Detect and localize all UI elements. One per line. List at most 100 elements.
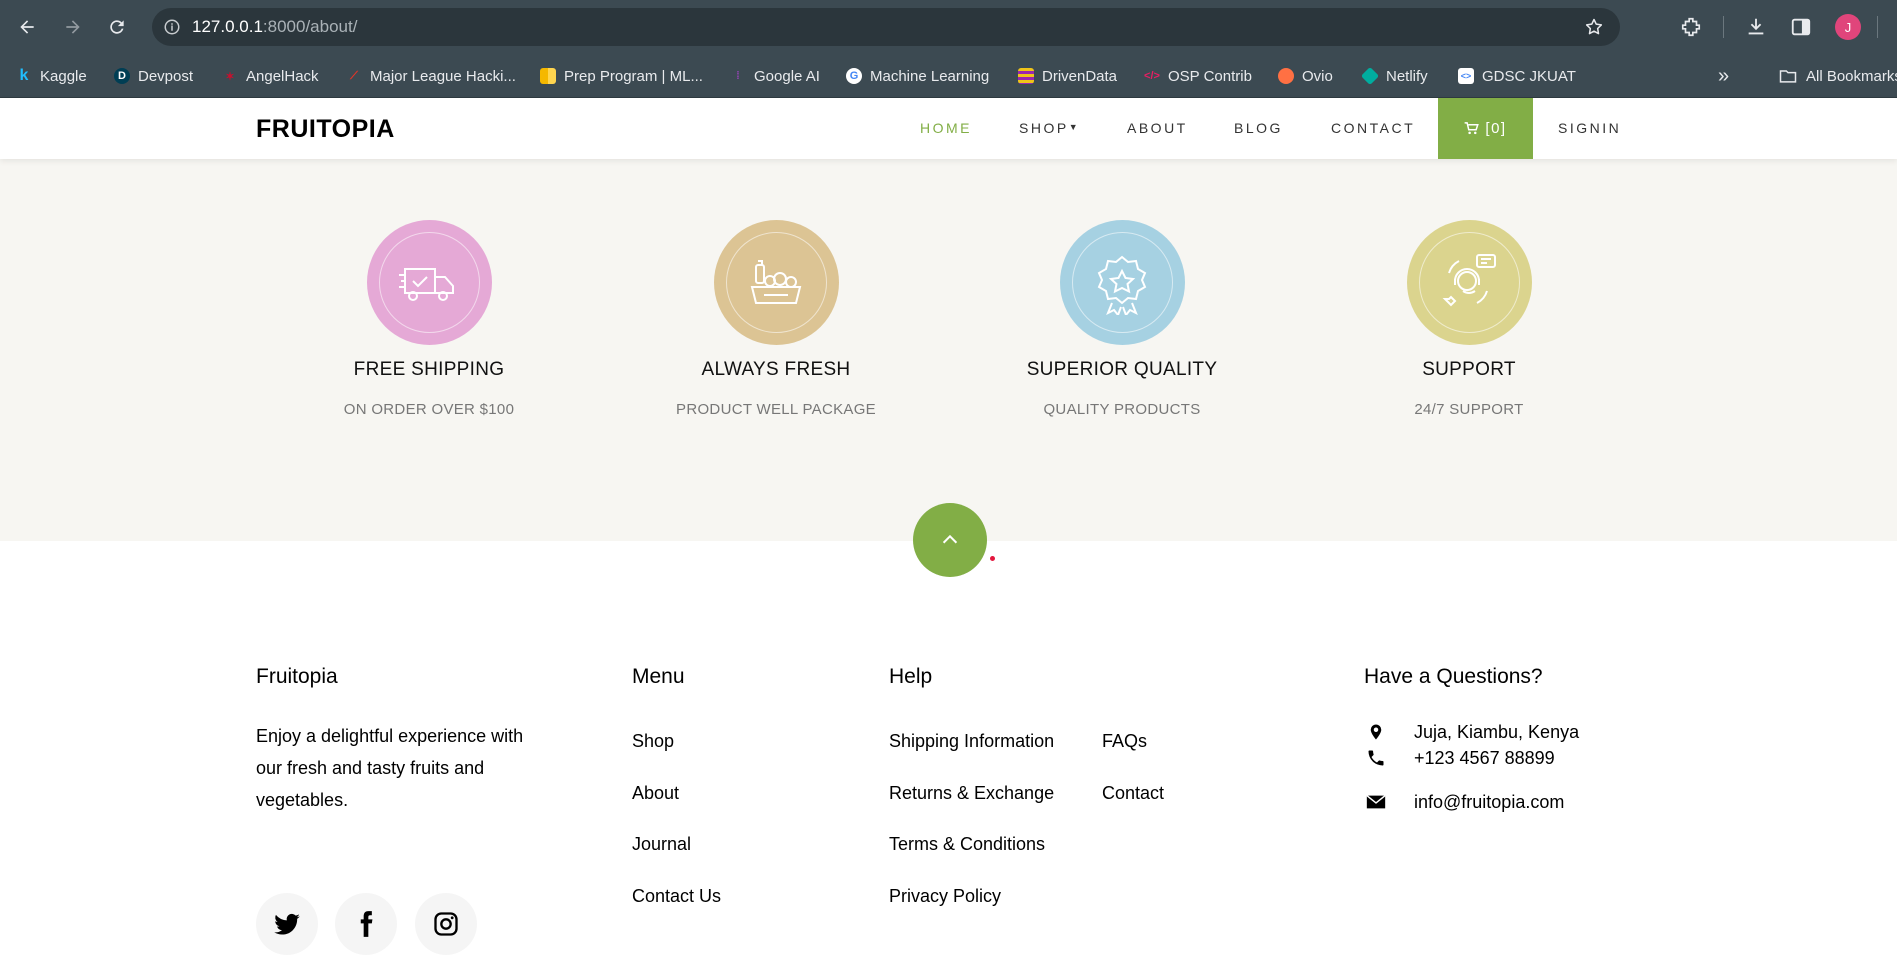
google-ai-icon: ⁞ <box>736 70 740 82</box>
back-button[interactable] <box>10 10 44 44</box>
netlify-icon <box>1360 66 1380 86</box>
nav-about[interactable]: ABOUT <box>1127 120 1188 136</box>
bookmark-angelhack[interactable]: ✶ AngelHack <box>222 65 318 87</box>
contact-email[interactable]: info@fruitopia.com <box>1364 790 1624 814</box>
footer-menu-heading: Menu <box>632 665 685 688</box>
nav-home[interactable]: HOME <box>920 120 972 136</box>
footer-link-terms[interactable]: Terms & Conditions <box>889 834 1045 855</box>
delivery-truck-icon <box>366 220 492 345</box>
quality-badge-icon <box>1059 220 1185 345</box>
footer-link-returns[interactable]: Returns & Exchange <box>889 783 1054 804</box>
footer-link-contact[interactable]: Contact <box>1102 783 1164 804</box>
footer-link-contact-us[interactable]: Contact Us <box>632 886 721 907</box>
footer-link-privacy[interactable]: Privacy Policy <box>889 886 1001 907</box>
drivendata-icon <box>1018 68 1034 84</box>
cart-icon <box>1465 122 1480 135</box>
chevron-up-icon <box>942 534 958 544</box>
envelope-icon <box>1364 791 1388 813</box>
side-panel-icon[interactable] <box>1788 14 1814 40</box>
footer-link-faqs[interactable]: FAQs <box>1102 731 1147 752</box>
bookmark-prep-program[interactable]: Prep Program | ML... <box>540 65 703 87</box>
reload-icon <box>110 20 124 34</box>
map-marker-icon <box>1364 721 1388 743</box>
forward-button[interactable] <box>56 10 90 44</box>
brand-logo[interactable]: FRUITOPIA <box>256 115 395 144</box>
google-icon: G <box>846 68 862 84</box>
facebook-button[interactable] <box>335 893 397 955</box>
bookmark-kaggle[interactable]: k Kaggle <box>16 65 87 87</box>
profile-avatar[interactable]: J <box>1835 14 1861 40</box>
facebook-icon <box>360 911 373 937</box>
download-icon[interactable] <box>1743 14 1769 40</box>
feature-title: FREE SHIPPING <box>353 359 505 380</box>
code-icon: </> <box>1144 70 1160 82</box>
caret-down-icon: ▼ <box>1068 122 1081 132</box>
footer-link-shipping[interactable]: Shipping Information <box>889 731 1054 752</box>
nav-shop[interactable]: SHOP▼ <box>1019 120 1080 136</box>
fresh-produce-icon <box>713 220 839 345</box>
footer-help-heading: Help <box>889 665 933 688</box>
phone-icon <box>1364 748 1388 768</box>
cart-count: [0] <box>1485 120 1507 137</box>
address-bar[interactable]: 127.0.0.1:8000/about/ <box>152 8 1620 46</box>
bookmarks-bar: k Kaggle D Devpost ✶ AngelHack ⟋ Major Leagu… <box>0 54 1897 98</box>
angelhack-icon: ✶ <box>225 70 235 83</box>
footer-link-about[interactable]: About <box>632 783 679 804</box>
instagram-icon <box>434 912 458 936</box>
feature-subtitle: PRODUCT WELL PACKAGE <box>676 401 876 418</box>
bookmark-star-icon[interactable] <box>1584 17 1604 41</box>
bookmark-gdsc-jkuat[interactable]: <> GDSC JKUAT <box>1458 65 1576 87</box>
contact-phone[interactable]: +123 4567 88899 <box>1364 746 1624 770</box>
reload-button[interactable] <box>100 10 134 44</box>
bookmark-mlh[interactable]: ⟋ Major League Hacki... <box>346 65 516 87</box>
bookmark-machine-learning[interactable]: G Machine Learning <box>846 65 989 87</box>
scroll-to-top-button[interactable] <box>913 503 987 577</box>
feature-always-fresh: ALWAYS FRESH PRODUCT WELL PACKAGE <box>616 220 936 418</box>
bookmark-netlify[interactable]: Netlify <box>1360 65 1428 87</box>
more-bookmarks-chevron-icon[interactable]: » <box>1718 65 1729 87</box>
feature-title: ALWAYS FRESH <box>701 359 851 380</box>
feature-subtitle: 24/7 SUPPORT <box>1414 401 1524 418</box>
extensions-icon[interactable] <box>1678 14 1704 40</box>
nav-contact[interactable]: CONTACT <box>1331 120 1415 136</box>
feature-subtitle: QUALITY PRODUCTS <box>1043 401 1201 418</box>
gdsc-icon: <> <box>1458 68 1474 84</box>
back-arrow-icon <box>20 20 34 34</box>
bookmark-devpost[interactable]: D Devpost <box>114 65 193 87</box>
site-info-icon[interactable] <box>152 18 192 36</box>
feature-support: SUPPORT 24/7 SUPPORT <box>1309 220 1629 418</box>
devpost-icon: D <box>114 68 130 84</box>
twitter-button[interactable] <box>256 893 318 955</box>
prep-icon <box>540 68 556 84</box>
twitter-icon <box>274 913 300 935</box>
site-navbar: FRUITOPIA HOME SHOP▼ ABOUT BLOG CONTACT … <box>0 98 1897 159</box>
url-text: 127.0.0.1:8000/about/ <box>192 17 358 36</box>
cursor-dot <box>990 556 995 561</box>
customer-support-icon <box>1406 220 1532 345</box>
bookmark-drivendata[interactable]: DrivenData <box>1018 65 1117 87</box>
feature-subtitle: ON ORDER OVER $100 <box>343 401 515 418</box>
instagram-button[interactable] <box>415 893 477 955</box>
contact-address: Juja, Kiambu, Kenya <box>1364 720 1624 744</box>
forward-arrow-icon <box>66 20 80 34</box>
nav-cart[interactable]: [0] <box>1438 98 1533 159</box>
nav-blog[interactable]: BLOG <box>1234 120 1283 136</box>
footer-about-heading: Fruitopia <box>256 665 338 688</box>
bookmark-google-ai[interactable]: ⁞ Google AI <box>730 65 820 87</box>
feature-title: SUPERIOR QUALITY <box>1026 359 1218 380</box>
browser-toolbar: 127.0.0.1:8000/about/ J <box>0 0 1897 54</box>
folder-icon <box>1779 70 1797 83</box>
nav-signin[interactable]: SIGNIN <box>1558 120 1621 136</box>
footer-contact-heading: Have a Questions? <box>1364 665 1543 688</box>
feature-free-shipping: FREE SHIPPING ON ORDER OVER $100 <box>269 220 589 418</box>
feature-title: SUPPORT <box>1422 359 1516 380</box>
footer-about-text: Enjoy a delightful experience with our f… <box>256 726 524 810</box>
bookmark-osp-contrib[interactable]: </> OSP Contrib <box>1144 65 1252 87</box>
bookmark-ovio[interactable]: Ovio <box>1278 65 1333 87</box>
all-bookmarks-folder[interactable]: All Bookmarks <box>1778 65 1897 87</box>
footer-link-journal[interactable]: Journal <box>632 834 691 855</box>
feature-superior-quality: SUPERIOR QUALITY QUALITY PRODUCTS <box>962 220 1282 418</box>
kaggle-icon: k <box>19 67 29 84</box>
ovio-icon <box>1278 68 1294 84</box>
footer-link-shop[interactable]: Shop <box>632 731 674 752</box>
